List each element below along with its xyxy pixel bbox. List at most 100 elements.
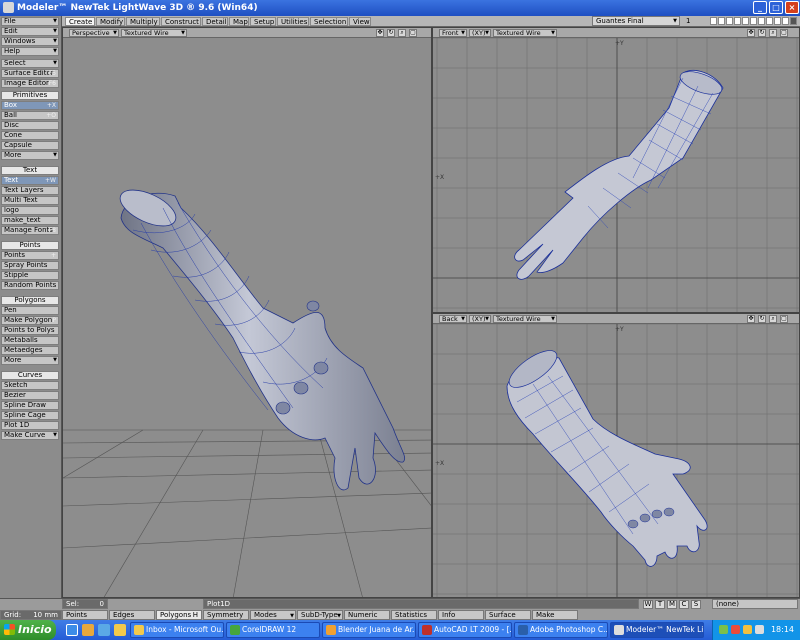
vmap-select[interactable]: (none) — [712, 599, 798, 609]
tool-metaballs[interactable]: Metaballs — [1, 336, 59, 345]
mode-modes-button[interactable]: Modes — [250, 610, 296, 620]
object-selector[interactable]: Guantes Final ▼ — [592, 16, 680, 26]
tray-icon[interactable] — [755, 625, 764, 634]
tool-random-points[interactable]: Random Points — [1, 281, 59, 290]
tool-ball[interactable]: Ball +O — [1, 111, 59, 120]
desktop-icon[interactable] — [66, 624, 78, 636]
tool-sketch[interactable]: Sketch — [1, 381, 59, 390]
perspective-viewport[interactable]: Perspective Textured Wire ✥ ↻ ⌕ ▢ — [62, 27, 432, 598]
shading-select[interactable]: Textured Wire — [493, 29, 557, 37]
tool-more[interactable]: More — [1, 356, 59, 365]
rotate-view-icon[interactable]: ↻ — [758, 29, 766, 37]
mode-symmetry-button[interactable]: Symmetry — [203, 610, 249, 620]
tab-multiply[interactable]: Multiply — [126, 17, 160, 26]
menu-file[interactable]: File — [1, 17, 59, 26]
tool-more[interactable]: More — [1, 151, 59, 160]
layer-button[interactable] — [710, 17, 717, 25]
mode-polygons-button[interactable]: Polygons H — [156, 610, 202, 620]
vmap-t-button[interactable]: T — [655, 600, 665, 609]
ie-icon[interactable] — [98, 624, 110, 636]
vmap-m-button[interactable]: M — [667, 600, 677, 609]
tool-points[interactable]: Points + — [1, 251, 59, 260]
background-layer-button[interactable] — [790, 17, 797, 25]
tab-selection[interactable]: Selection — [310, 17, 348, 26]
tool-points-to-polys[interactable]: Points to Polys — [1, 326, 59, 335]
tab-construct[interactable]: Construct — [161, 17, 201, 26]
tab-map[interactable]: Map — [229, 17, 249, 26]
back-viewport[interactable]: Back (XY) Textured Wire ✥ ↻ ⌕ ▢ +Y +X — [432, 313, 800, 598]
front-viewport[interactable]: Front (XY) Textured Wire ✥ ↻ ⌕ ▢ +Y +X — [432, 27, 800, 313]
mode-points-button[interactable]: Points — [62, 610, 108, 620]
move-view-icon[interactable]: ✥ — [376, 29, 384, 37]
tool-multi-text[interactable]: Multi Text — [1, 196, 59, 205]
axis-select[interactable]: (XY) — [469, 29, 491, 37]
taskbar-button[interactable]: Inbox - Microsoft Ou... — [130, 622, 224, 638]
tray-icon[interactable] — [731, 625, 740, 634]
rotate-view-icon[interactable]: ↻ — [758, 315, 766, 323]
layer-button[interactable] — [766, 17, 773, 25]
mode-surface-button[interactable]: Surface — [485, 610, 531, 620]
layer-button[interactable] — [726, 17, 733, 25]
taskbar-button[interactable]: Modeler™ NewTek Li... — [610, 622, 704, 638]
zoom-view-icon[interactable]: ⌕ — [769, 29, 777, 37]
layer-button[interactable] — [774, 17, 781, 25]
tab-setup[interactable]: Setup — [250, 17, 276, 26]
tool-make-text[interactable]: make_text — [1, 216, 59, 225]
tool-manage-fonts[interactable]: Manage Fonts F8 — [1, 226, 59, 235]
taskbar-button[interactable]: Adobe Photoshop C... — [514, 622, 608, 638]
layer-button[interactable] — [758, 17, 765, 25]
layer-button[interactable] — [734, 17, 741, 25]
tab-create[interactable]: Create — [65, 17, 95, 26]
firefox-icon[interactable] — [82, 624, 94, 636]
mode-numeric-button[interactable]: Numeric — [344, 610, 390, 620]
layer-button[interactable] — [782, 17, 789, 25]
shading-select[interactable]: Textured Wire — [493, 315, 557, 323]
tool-spline-draw[interactable]: Spline Draw — [1, 401, 59, 410]
mode-info-button[interactable]: Info — [438, 610, 484, 620]
axis-select[interactable]: (XY) — [469, 315, 491, 323]
menu-help[interactable]: Help — [1, 47, 59, 56]
tool-make-polygon[interactable]: Make Polygon P — [1, 316, 59, 325]
view-type-select[interactable]: Perspective — [69, 29, 119, 37]
mode-subd-type-button[interactable]: SubD-Type — [297, 610, 343, 620]
tool-stipple[interactable]: Stipple — [1, 271, 59, 280]
tool-select[interactable]: Select — [1, 59, 59, 68]
tool-disc[interactable]: Disc — [1, 121, 59, 130]
layer-button[interactable] — [742, 17, 749, 25]
tab-detail[interactable]: Detail — [202, 17, 228, 26]
tool-cone[interactable]: Cone — [1, 131, 59, 140]
close-button[interactable]: × — [785, 1, 799, 14]
tool-metaedges[interactable]: Metaedges — [1, 346, 59, 355]
menu-edit[interactable]: Edit — [1, 27, 59, 36]
layer-button[interactable] — [750, 17, 757, 25]
view-type-select[interactable]: Back — [439, 315, 467, 323]
move-view-icon[interactable]: ✥ — [747, 315, 755, 323]
tool-text-layers[interactable]: Text Layers — [1, 186, 59, 195]
taskbar-button[interactable]: AutoCAD LT 2009 - [... — [418, 622, 512, 638]
tool-make-curve[interactable]: Make Curve — [1, 431, 59, 440]
tab-view[interactable]: View — [349, 17, 371, 26]
start-button[interactable]: Inicio — [0, 620, 56, 640]
maximize-view-icon[interactable]: ▢ — [780, 315, 788, 323]
tool-capsule[interactable]: Capsule — [1, 141, 59, 150]
tool-surface-editor[interactable]: Surface Editor F5 — [1, 69, 59, 78]
menu-windows[interactable]: Windows — [1, 37, 59, 46]
tray-icon[interactable] — [719, 625, 728, 634]
view-type-select[interactable]: Front — [439, 29, 467, 37]
tray-icon[interactable] — [743, 625, 752, 634]
tool-spline-cage[interactable]: Spline Cage — [1, 411, 59, 420]
vmap-w-button[interactable]: W — [643, 600, 653, 609]
zoom-view-icon[interactable]: ⌕ — [769, 315, 777, 323]
mode-statistics-button[interactable]: Statistics — [391, 610, 437, 620]
vmap-s-button[interactable]: S — [691, 600, 701, 609]
tool-plot-1d[interactable]: Plot 1D — [1, 421, 59, 430]
tool-bezier[interactable]: Bezier — [1, 391, 59, 400]
tool-spray-points[interactable]: Spray Points — [1, 261, 59, 270]
tool-logo[interactable]: logo — [1, 206, 59, 215]
tool-pen[interactable]: Pen — [1, 306, 59, 315]
zoom-view-icon[interactable]: ⌕ — [398, 29, 406, 37]
maximize-view-icon[interactable]: ▢ — [780, 29, 788, 37]
vmap-c-button[interactable]: C — [679, 600, 689, 609]
tab-utilities[interactable]: Utilities — [277, 17, 309, 26]
tool-image-editor[interactable]: Image Editor F6 — [1, 79, 59, 88]
